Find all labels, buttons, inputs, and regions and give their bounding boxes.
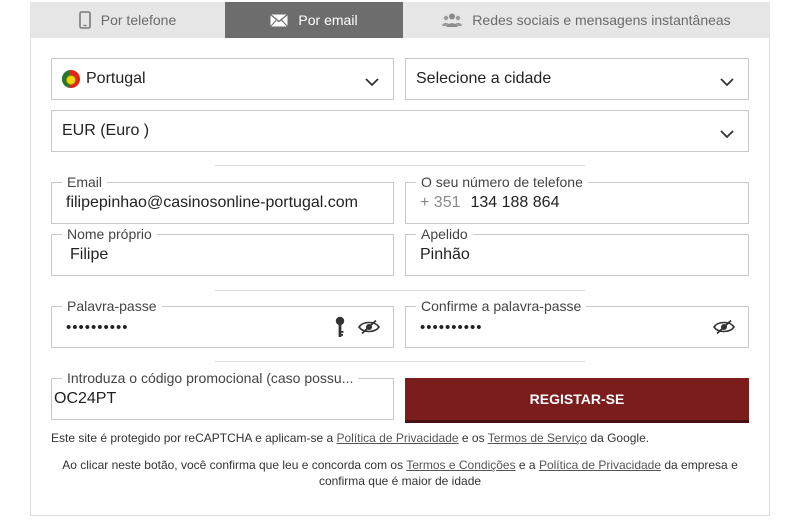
tab-by-phone[interactable]: Por telefone <box>30 2 225 38</box>
privacy-policy-link[interactable]: Política de Privacidade <box>336 431 458 445</box>
currency-value: EUR (Euro ) <box>62 122 150 139</box>
tab-label: Redes sociais e mensagens instantâneas <box>472 12 731 28</box>
chevron-down-icon <box>365 74 379 92</box>
people-icon <box>442 12 463 28</box>
tab-label: Por telefone <box>100 12 177 28</box>
city-placeholder: Selecione a cidade <box>416 70 552 87</box>
consent-note-text: Ao clicar neste botão, você confirma que… <box>62 458 407 472</box>
recaptcha-note-text: e os <box>458 431 488 445</box>
tab-by-email[interactable]: Por email <box>225 2 403 38</box>
recaptcha-note: Este site é protegido por reCAPTCHA e ap… <box>51 431 649 445</box>
confirm-password-field[interactable]: Confirme a palavra-passe •••••••••• <box>405 298 749 348</box>
eye-slash-icon[interactable] <box>358 319 380 340</box>
country-select[interactable]: Portugal <box>51 58 394 100</box>
password-value: •••••••••• <box>66 318 129 336</box>
recaptcha-note-text: Este site é protegido por reCAPTCHA e ap… <box>51 431 337 445</box>
city-select[interactable]: Selecione a cidade <box>405 58 749 100</box>
phone-country-code: + 351 <box>420 194 461 211</box>
tab-social-networks[interactable]: Redes sociais e mensagens instantâneas <box>403 2 770 38</box>
country-select-value-wrap: Portugal <box>62 59 146 99</box>
key-icon[interactable] <box>335 316 345 343</box>
phone-field[interactable]: O seu número de telefone + 351 134 188 8… <box>405 174 749 224</box>
section-divider <box>215 165 585 166</box>
phone-value-wrap: + 351 134 188 864 <box>420 183 559 223</box>
register-button[interactable]: REGISTAR-SE <box>405 378 749 420</box>
promo-code-field[interactable]: Introduza o código promocional (caso pos… <box>51 370 394 420</box>
last-name-value: Pinhão <box>420 246 470 263</box>
recaptcha-note-text: da Google. <box>587 431 650 445</box>
section-divider <box>215 290 585 291</box>
terms-of-service-link[interactable]: Termos de Serviço <box>488 431 587 445</box>
terms-and-conditions-link[interactable]: Termos e Condições <box>406 458 515 472</box>
envelope-icon <box>270 13 289 27</box>
first-name-value: Filipe <box>70 246 109 263</box>
section-divider <box>215 361 585 362</box>
chevron-down-icon <box>720 126 734 144</box>
first-name-field[interactable]: Nome próprio Filipe <box>51 226 394 276</box>
portugal-flag-icon <box>62 70 80 88</box>
consent-note: Ao clicar neste botão, você confirma que… <box>51 457 749 489</box>
confirm-password-value: •••••••••• <box>420 318 483 336</box>
consent-note-text: e a <box>515 458 539 472</box>
privacy-policy-link[interactable]: Política de Privacidade <box>539 458 661 472</box>
email-field[interactable]: Email filipepinhao@casinosonline-portuga… <box>51 174 394 224</box>
registration-tabs: Por telefone Por email Redes sociais e m… <box>30 2 770 38</box>
tab-label: Por email <box>298 12 358 28</box>
phone-icon <box>78 11 91 29</box>
eye-slash-icon[interactable] <box>713 319 735 340</box>
country-value: Portugal <box>86 70 146 87</box>
promo-code-value: OC24PT <box>54 390 117 407</box>
chevron-down-icon <box>720 74 734 92</box>
phone-value: 134 188 864 <box>470 194 560 211</box>
currency-select[interactable]: EUR (Euro ) <box>51 110 749 152</box>
password-field[interactable]: Palavra-passe •••••••••• <box>51 298 394 348</box>
email-value: filipepinhao@casinosonline-portugal.com <box>66 194 358 211</box>
last-name-field[interactable]: Apelido Pinhão <box>405 226 749 276</box>
